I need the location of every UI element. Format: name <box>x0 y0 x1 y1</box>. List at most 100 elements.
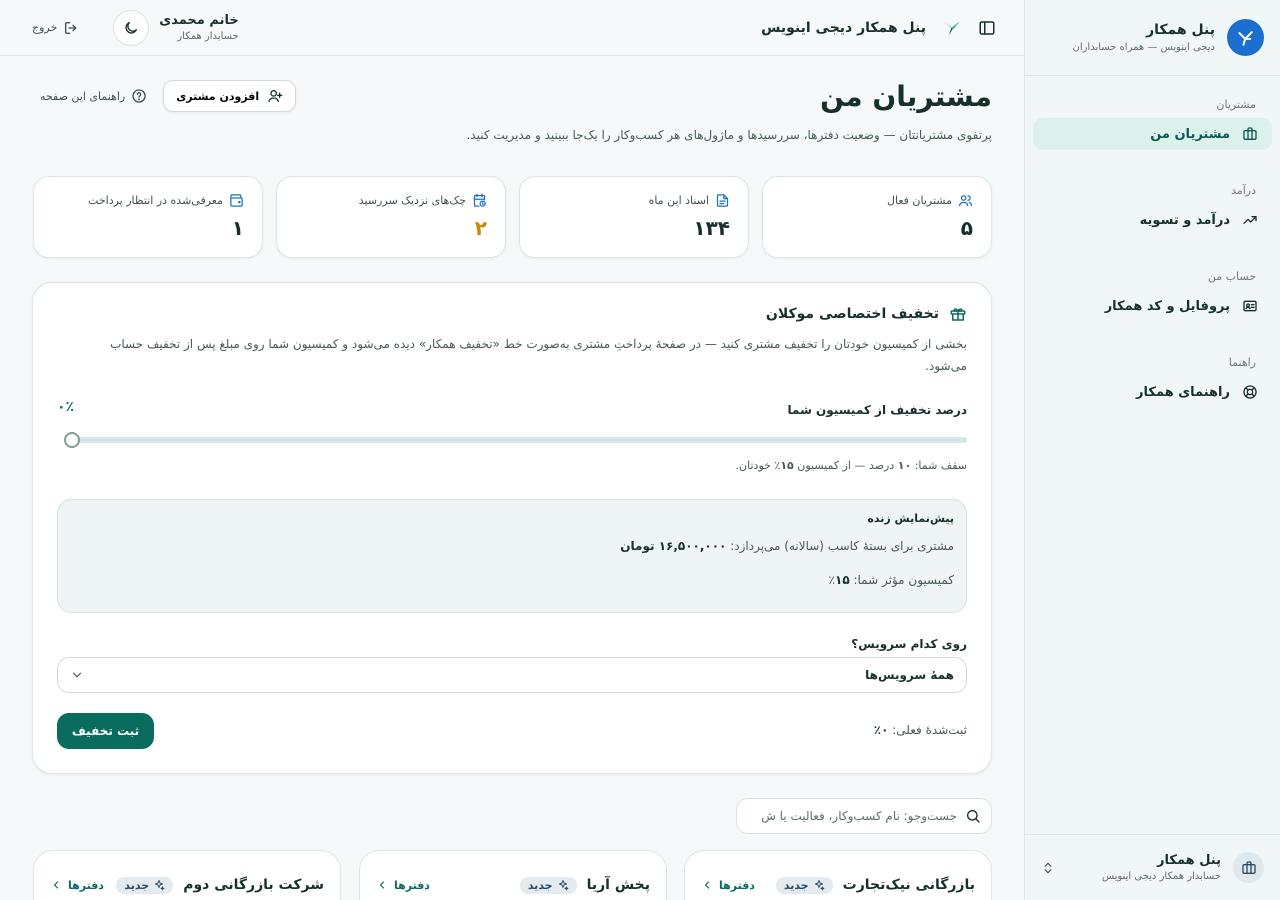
gift-icon <box>949 305 967 323</box>
document-icon <box>715 193 730 208</box>
stat-value: ۱۳۴ <box>693 216 730 240</box>
theme-toggle-button[interactable] <box>113 9 150 46</box>
trend-icon <box>1242 212 1258 228</box>
customer-card[interactable]: شرکت بازرگانی دوم جدید دفترها <box>33 850 341 900</box>
badge-label: جدید <box>527 878 553 892</box>
header-actions: راهنمای این صفحه افزودن مشتری <box>40 80 297 112</box>
badge-label: جدید <box>783 878 809 892</box>
new-badge: جدید <box>116 876 174 894</box>
search-icon <box>965 808 981 824</box>
preview-price-label: مشتری برای بستهٔ کاسب (سالانه) می‌پردازد… <box>726 539 954 553</box>
service-selected-value: همهٔ سرویس‌ها <box>865 668 954 682</box>
workspace-avatar <box>1233 852 1264 883</box>
logout-button[interactable]: خروج <box>32 20 79 36</box>
saved-label: ثبت‌شدهٔ فعلی: <box>888 723 967 737</box>
stat-card-checks-due: چک‌های نزدیک سررسید ۲ <box>276 176 506 258</box>
saved-value: ۰٪ <box>873 723 889 737</box>
ledgers-link[interactable]: دفترها <box>50 879 104 892</box>
preview-commission-line: کمیسیون مؤثر شما: ۱۵٪ <box>70 573 954 587</box>
chevrons-up-down-icon <box>1041 861 1055 875</box>
app-title: پنل همکار دیجی اینویس <box>761 19 926 36</box>
page-help-link[interactable]: راهنمای این صفحه <box>40 88 147 104</box>
preview-price-amount: ۱۶,۵۰۰,۰۰۰ تومان <box>620 539 727 553</box>
add-customer-label: افزودن مشتری <box>176 89 260 103</box>
cap-note-mid: درصد — از کمیسیون <box>793 459 898 472</box>
search-input[interactable] <box>747 809 957 823</box>
commission-value: ۱۵ <box>780 459 794 472</box>
slider-thumb[interactable] <box>64 432 80 448</box>
ledgers-link[interactable]: دفترها <box>376 879 430 892</box>
sidebar-item-label: پروفایل و کد همکار <box>1104 298 1230 314</box>
discount-title-row: تخفیف اختصاصی موکلان <box>766 305 967 323</box>
new-badge: جدید <box>519 876 577 894</box>
page-title: مشتریان من <box>820 80 992 113</box>
sidebar-group-income: درآمد درآمد و تسویه <box>1025 180 1280 236</box>
stat-value: ۲ <box>474 216 487 240</box>
customer-name: شرکت بازرگانی دوم <box>183 877 324 893</box>
customer-card[interactable]: بازرگانی نیک‌تجارت جدید دفترها <box>684 850 992 900</box>
service-select-label: روی کدام سرویس؟ <box>851 637 967 651</box>
workspace-title: پنل همکار <box>1157 853 1221 868</box>
service-select[interactable]: همهٔ سرویس‌ها <box>57 657 967 693</box>
chevron-down-icon <box>70 668 84 682</box>
customer-card[interactable]: پخش آریا جدید دفترها <box>359 850 667 900</box>
submit-discount-button[interactable]: ثبت تخفیف <box>57 713 154 749</box>
stat-label: چک‌های نزدیک سررسید <box>358 194 466 207</box>
briefcase-icon <box>1242 126 1258 142</box>
customer-search[interactable] <box>736 798 992 834</box>
sidebar-item-income[interactable]: درآمد و تسویه <box>1033 204 1272 236</box>
sidebar-item-label: راهنمای همکار <box>1136 384 1230 400</box>
moon-icon <box>123 20 139 36</box>
sidebar-group-label: راهنما <box>1228 355 1256 369</box>
id-card-icon <box>1242 298 1258 314</box>
users-icon <box>958 193 973 208</box>
help-circle-icon <box>131 88 147 104</box>
sparkles-icon <box>557 879 569 891</box>
user-name: خانم محمدی <box>159 13 239 28</box>
page-description: پرتفوی مشتریانتان — وضعیت دفترها، سررسید… <box>466 128 992 142</box>
preview-commission-value: ۱۵ <box>835 573 850 587</box>
chevron-left-icon <box>376 879 388 891</box>
chevron-left-icon <box>701 879 713 891</box>
help-label: راهنمای این صفحه <box>40 89 126 103</box>
discount-slider-label: درصد تخفیف از کمیسیون شما <box>787 403 967 417</box>
ledgers-label: دفترها <box>68 878 104 892</box>
sidebar-group-help: راهنما راهنمای همکار <box>1025 352 1280 408</box>
logout-label: خروج <box>32 21 58 34</box>
user-role: حسابدار همکار <box>177 31 239 42</box>
lifebuoy-icon <box>1242 384 1258 400</box>
logout-icon <box>63 20 79 36</box>
sidebar-footer-switcher[interactable]: پنل همکار حسابدار همکار دیجی اینویس <box>1025 834 1280 900</box>
sparkles-icon <box>813 879 825 891</box>
new-badge: جدید <box>775 876 833 894</box>
add-customer-button[interactable]: افزودن مشتری <box>163 80 297 112</box>
main-content: مشتریان من پرتفوی مشتریانتان — وضعیت دفت… <box>0 56 1024 900</box>
sidebar-group-label: حساب من <box>1207 269 1256 283</box>
sidebar-item-my-customers[interactable]: مشتریان من <box>1033 118 1272 150</box>
sidebar-header: پنل همکار دیجی اینویس — همراه حسابداران <box>1025 0 1280 76</box>
top-bar: پنل همکار دیجی اینویس خانم محمدی حسابدار… <box>0 0 1024 56</box>
sidebar-item-label: درآمد و تسویه <box>1139 212 1230 228</box>
sidebar-group-customers: مشتریان مشتریان من <box>1025 94 1280 150</box>
bird-logo-icon <box>942 18 962 38</box>
stat-label: مشتریان فعال <box>887 194 952 207</box>
discount-description: بخشی از کمیسیون خودتان را تخفیف مشتری کن… <box>110 337 967 373</box>
cap-note-prefix: سقف شما: <box>911 459 967 472</box>
sidebar-item-profile[interactable]: پروفایل و کد همکار <box>1033 290 1272 322</box>
discount-slider-value: ۰٪ <box>57 399 75 415</box>
live-preview-box: پیش‌نمایش زنده مشتری برای بستهٔ کاسب (سا… <box>57 499 967 613</box>
badge-label: جدید <box>124 878 150 892</box>
discount-cap-note: سقف شما: ۱۰ درصد — از کمیسیون ۱۵٪ خودتان… <box>736 459 967 472</box>
customer-name: بازرگانی نیک‌تجارت <box>842 877 975 893</box>
chevron-left-icon <box>50 879 62 891</box>
sidebar-item-guide[interactable]: راهنمای همکار <box>1033 376 1272 408</box>
sidebar-toggle-icon[interactable] <box>978 19 996 37</box>
stat-card-documents-month: اسناد این ماه ۱۳۴ <box>519 176 749 258</box>
brand-subtitle: دیجی اینویس — همراه حسابداران <box>1072 42 1215 53</box>
saved-discount-current: ثبت‌شدهٔ فعلی: ۰٪ <box>874 723 967 737</box>
ledgers-link[interactable]: دفترها <box>701 879 755 892</box>
cap-note-suffix: ٪ خودتان. <box>735 459 781 472</box>
workspace-subtitle: حسابدار همکار دیجی اینویس <box>1101 871 1221 882</box>
customer-name: پخش آریا <box>586 877 650 893</box>
discount-slider[interactable] <box>64 432 967 448</box>
